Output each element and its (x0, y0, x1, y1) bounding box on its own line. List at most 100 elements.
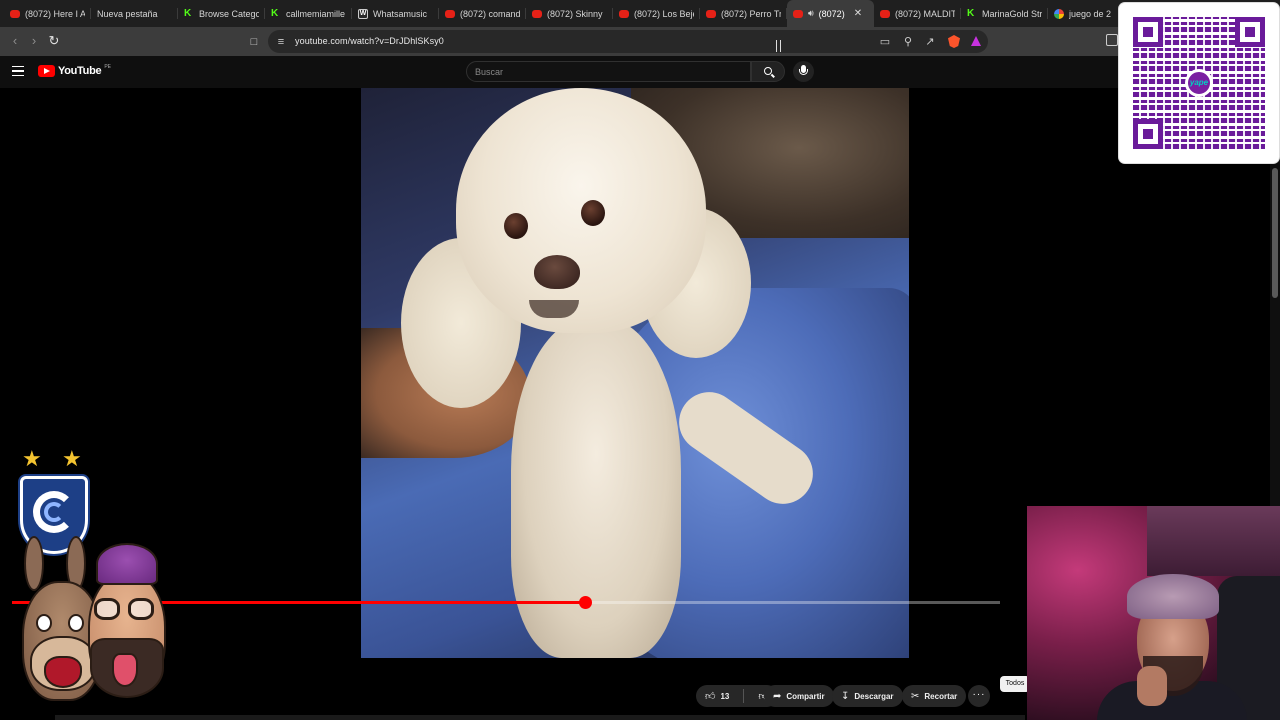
glasses-lens (94, 598, 120, 620)
browser-tab[interactable]: (8072) Here I A (4, 0, 91, 27)
browser-tab[interactable]: K Browse Catego (178, 0, 265, 27)
scrollbar-thumb[interactable] (1272, 168, 1278, 298)
browser-tab-strip: (8072) Here I A Nueva pestaña K Browse Cate… (0, 0, 1280, 27)
webcam-shelf (1147, 506, 1280, 576)
google-icon (1054, 8, 1064, 19)
browser-tab[interactable]: (8072) comand (439, 0, 526, 27)
filter-chip-all[interactable]: Todos (1000, 676, 1030, 692)
share-icon[interactable]: ↗ (923, 35, 937, 49)
download-icon: ↧ (841, 690, 850, 702)
like-divider (743, 689, 745, 703)
clip-label: Recortar (924, 691, 958, 701)
donkey-eye (36, 614, 52, 632)
youtube-masthead: YouTube PE (0, 56, 1280, 88)
glasses-lens (128, 598, 154, 620)
audio-playing-icon[interactable]: 🔊︎ (808, 8, 814, 19)
like-button[interactable]: 👍︎ 13 (696, 685, 738, 707)
tab-label: (8072) Los Beje (634, 8, 694, 19)
tab-label: (8072) Skinny (547, 8, 603, 19)
tab-label: (8072) Perro Tr (721, 8, 781, 19)
clip-button[interactable]: ✂ Recortar (902, 685, 967, 707)
dog-body (511, 318, 681, 658)
sidebar-toggle-icon[interactable] (1106, 34, 1118, 46)
dog-nose (534, 255, 580, 289)
qr-finder-top-left (1133, 17, 1163, 47)
tab-label: callmemiamille (286, 8, 346, 19)
yape-logo: yape (1185, 69, 1213, 97)
text-cursor-icon (776, 40, 781, 52)
club-badge-overlay: ★ ★ (12, 448, 182, 710)
download-button[interactable]: ↧ Descargar (832, 685, 903, 707)
youtube-wordmark: YouTube (58, 65, 102, 77)
youtube-logo[interactable]: YouTube PE (38, 64, 111, 77)
browser-tab[interactable]: 🔊︎ (8072) ✕ (787, 0, 874, 27)
forward-button[interactable]: › (25, 32, 43, 50)
kick-icon: K (271, 7, 279, 19)
cartoon-beanie (96, 543, 158, 585)
yape-qr-overlay: yape (1119, 3, 1279, 163)
star-icon: ★ (62, 446, 82, 471)
browser-tab[interactable]: K MarinaGold Str (961, 0, 1048, 27)
streamer-hand (1137, 666, 1167, 706)
close-tab-icon[interactable]: ✕ (854, 8, 862, 19)
tab-label: (8072) Here I A (25, 8, 85, 19)
streamer-webcam (1027, 506, 1280, 720)
browser-tab[interactable]: Nueva pestaña (91, 0, 178, 27)
cast-icon[interactable]: ▭ (878, 35, 892, 49)
voice-search-button[interactable] (793, 61, 814, 82)
download-label: Descargar (854, 691, 894, 701)
browser-toolbar: ‹ › ↻ □ ≡ youtube.com/watch?v=DrJDhlSKsy… (0, 27, 1280, 56)
cartoon-tongue (112, 653, 138, 687)
progress-scrubber[interactable] (579, 596, 593, 609)
url-text: youtube.com/watch?v=DrJDhlSKsy0 (295, 36, 444, 46)
donkey-mouth (44, 656, 82, 688)
share-button[interactable]: ➦ Compartir (764, 685, 834, 707)
reload-button[interactable]: ↻ (45, 32, 63, 50)
youtube-icon (793, 9, 803, 18)
tab-label: Nueva pestaña (97, 8, 158, 19)
kick-icon: K (967, 7, 975, 19)
brave-shields-icon[interactable] (948, 35, 960, 48)
more-actions-button[interactable]: ··· (968, 685, 990, 707)
microphone-icon (799, 65, 808, 75)
tab-label: MarinaGold Str (982, 8, 1042, 19)
search-box (466, 61, 751, 82)
shield-c-inner (44, 502, 64, 522)
qr-finder-top-right (1235, 17, 1265, 47)
scissors-icon: ✂ (911, 690, 920, 702)
tab-label: (8072) comand (460, 8, 520, 19)
star-icon: ★ (22, 446, 42, 471)
search-icon (764, 67, 772, 75)
search-button[interactable] (751, 61, 785, 82)
dog-right-eye (581, 200, 605, 226)
browser-tab[interactable]: (8072) Skinny (526, 0, 613, 27)
browser-tab[interactable]: (8072) Perro Tr (700, 0, 787, 27)
youtube-play-icon (38, 65, 55, 77)
menu-icon[interactable] (12, 66, 24, 76)
site-info-icon[interactable]: ≡ (274, 35, 288, 49)
youtube-icon (10, 9, 20, 18)
tab-label: Browse Catego (199, 8, 259, 19)
bottom-divider (55, 715, 1025, 720)
search-input[interactable] (475, 62, 745, 81)
browser-tab[interactable]: Kcallmemiamille (265, 0, 352, 27)
brave-rewards-icon[interactable] (971, 36, 981, 46)
youtube-icon (880, 9, 890, 18)
back-button[interactable]: ‹ (6, 32, 24, 50)
bookmark-icon[interactable]: □ (247, 35, 261, 49)
browser-tab[interactable]: W Whatsamusic (352, 0, 439, 27)
browser-tab[interactable]: (8072) Los Beje (613, 0, 700, 27)
video-frame[interactable] (361, 88, 909, 658)
zoom-icon[interactable]: ⚲ (901, 35, 915, 49)
youtube-icon (445, 9, 455, 18)
country-code: PE (104, 64, 111, 70)
cartoon-streamer-mascot (82, 543, 174, 703)
cartoon-glasses (94, 598, 158, 620)
tab-label: (8072) (818, 8, 845, 19)
dog-left-eye (504, 213, 528, 239)
streamer-cap (1127, 574, 1219, 619)
address-bar[interactable]: ≡ youtube.com/watch?v=DrJDhlSKsy0 ▭ ⚲ ↗ (268, 30, 988, 53)
youtube-icon (619, 9, 629, 18)
browser-tab[interactable]: (8072) MALDIT (874, 0, 961, 27)
youtube-icon (532, 9, 542, 18)
